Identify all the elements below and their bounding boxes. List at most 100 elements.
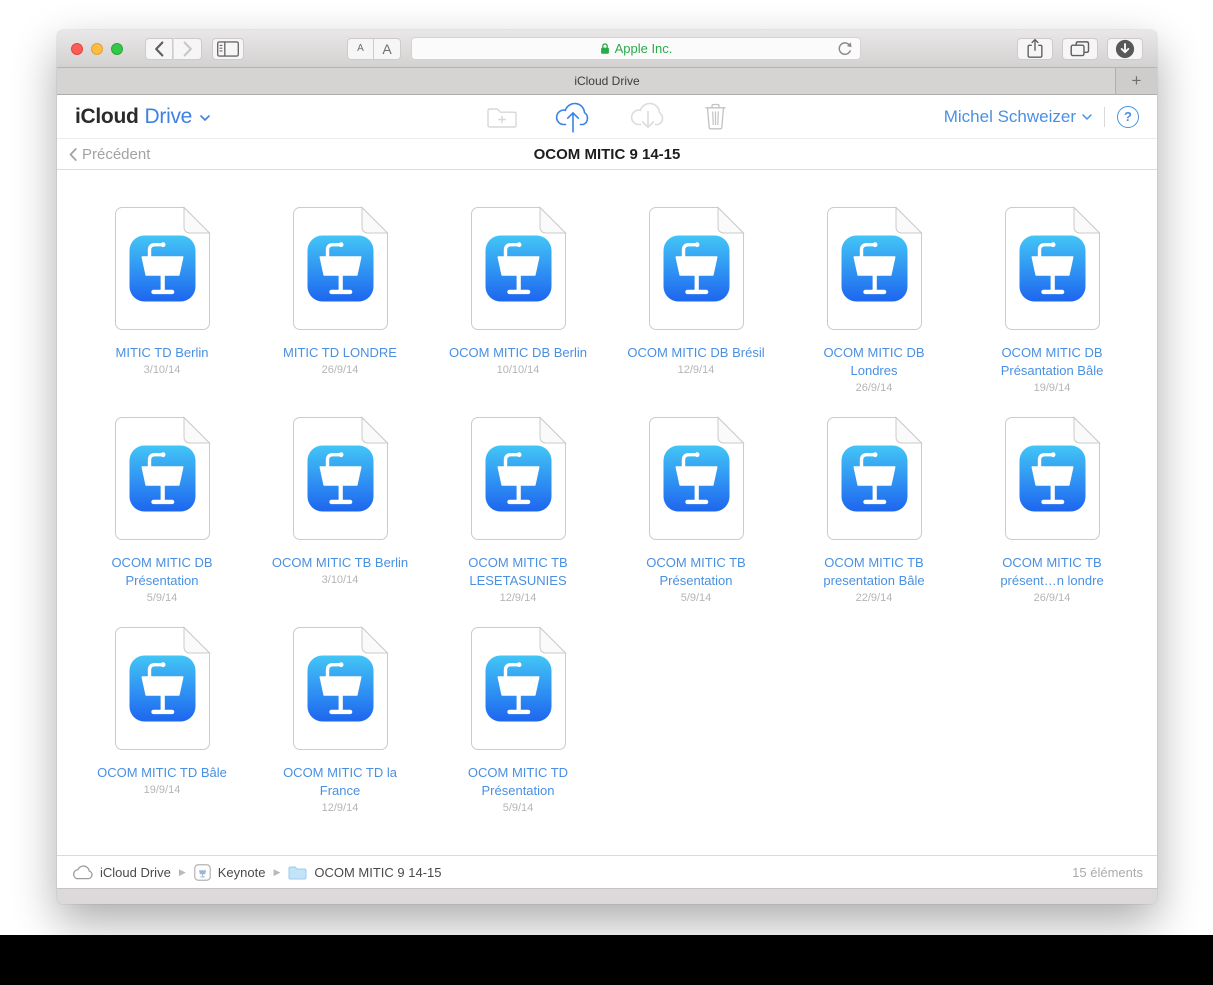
file-item[interactable]: OCOM MITIC TB Présentation 5/9/14 [607,416,785,626]
reload-button[interactable] [837,41,853,57]
file-name[interactable]: OCOM MITIC TB presentation Bâle [799,554,949,590]
share-button[interactable] [1017,37,1053,60]
file-date: 5/9/14 [502,802,534,814]
font-size-controls: A A [347,37,401,60]
breadcrumb-icloud-drive[interactable]: iCloud Drive [71,865,171,880]
new-tab-button[interactable]: + [1115,68,1157,94]
download-button[interactable] [629,100,667,133]
keynote-file-icon [648,206,745,330]
chevron-right-icon [183,41,192,56]
file-name[interactable]: OCOM MITIC TD la France [265,764,415,800]
file-name[interactable]: OCOM MITIC DB Londres [799,344,949,380]
icloud-header: iCloud Drive Michel Schweizer ? [57,95,1157,138]
breadcrumb-separator-icon: ▶ [273,866,281,877]
file-date: 12/9/14 [321,802,359,814]
close-button[interactable] [71,42,83,55]
breadcrumb-label: iCloud Drive [100,864,171,880]
font-larger-button[interactable]: A [374,37,401,60]
cloud-icon [73,864,93,879]
keynote-file-icon [292,206,389,330]
keynote-file-icon [826,206,923,330]
file-name[interactable]: OCOM MITIC DB Présantation Bâle [977,344,1127,380]
current-folder-title: OCOM MITIC 9 14-15 [533,145,681,163]
tab-bar: iCloud Drive + [57,68,1157,95]
downloads-button[interactable] [1107,37,1143,60]
chevron-left-icon [69,147,77,161]
sidebar-icon [217,40,239,57]
chevron-down-icon [1082,113,1092,120]
forward-button[interactable] [174,37,202,60]
breadcrumb-current-folder[interactable]: OCOM MITIC 9 14-15 [288,865,442,880]
file-name[interactable]: OCOM MITIC TB présent…n londre [977,554,1127,590]
file-item[interactable]: OCOM MITIC TD Bâle 19/9/14 [73,626,251,836]
previous-link[interactable]: Précédent [69,146,150,163]
file-name[interactable]: OCOM MITIC TB LESETASUNIES [443,554,593,590]
new-tab-label: + [1131,71,1142,90]
desktop-black-band [0,935,1213,985]
breadcrumb-keynote[interactable]: Keynote [193,863,265,881]
file-item[interactable]: OCOM MITIC TB Berlin 3/10/14 [251,416,429,626]
share-icon [1027,38,1043,58]
file-name[interactable]: OCOM MITIC TD Présentation [443,764,593,800]
previous-label: Précédent [82,145,151,163]
new-folder-icon [487,107,517,128]
chevron-left-icon [155,41,164,56]
file-name[interactable]: OCOM MITIC TB Présentation [621,554,771,590]
window-bottom-edge [57,888,1157,904]
file-date: 22/9/14 [855,592,893,604]
header-toolbar [487,95,727,138]
file-item[interactable]: MITIC TD Berlin 3/10/14 [73,206,251,416]
tabs-icon [1070,41,1090,57]
tab-icloud-drive[interactable]: iCloud Drive [574,74,639,88]
reload-icon [838,42,852,56]
help-button[interactable]: ? [1117,105,1139,128]
font-smaller-button[interactable]: A [347,37,374,60]
file-item[interactable]: OCOM MITIC TB LESETASUNIES 12/9/14 [429,416,607,626]
keynote-file-icon [114,416,211,540]
file-name[interactable]: OCOM MITIC TB Berlin [272,554,408,572]
tab-overview-button[interactable] [1062,37,1098,60]
file-item[interactable]: OCOM MITIC TB presentation Bâle 22/9/14 [785,416,963,626]
divider [1104,106,1105,127]
sidebar-toggle-button[interactable] [212,37,244,60]
user-menu[interactable]: Michel Schweizer [944,107,1092,127]
lock-icon [600,43,609,54]
user-name: Michel Schweizer [943,106,1076,126]
file-name[interactable]: OCOM MITIC DB Berlin [449,344,587,362]
zoom-button[interactable] [111,42,123,55]
new-folder-button[interactable] [487,106,517,128]
upload-button[interactable] [554,100,592,133]
icloud-drive-menu[interactable]: iCloud Drive [75,105,210,129]
file-name[interactable]: MITIC TD LONDRE [283,344,397,362]
file-date: 10/10/14 [496,364,540,376]
keynote-file-icon [470,206,567,330]
file-name[interactable]: OCOM MITIC DB Brésil [627,344,764,362]
keynote-file-icon [114,206,211,330]
address-bar[interactable]: Apple Inc. [411,37,861,60]
breadcrumb-bar: iCloud Drive ▶ Keynote ▶ OCOM MITIC 9 14… [57,855,1157,888]
file-name[interactable]: OCOM MITIC TD Bâle [97,764,227,782]
file-item[interactable]: MITIC TD LONDRE 26/9/14 [251,206,429,416]
file-item[interactable]: OCOM MITIC DB Berlin 10/10/14 [429,206,607,416]
back-button[interactable] [145,37,173,60]
file-date: 3/10/14 [143,364,181,376]
trash-icon [705,103,726,130]
cloud-download-icon [630,102,664,129]
keynote-file-icon [1004,206,1101,330]
file-date: 19/9/14 [143,784,181,796]
file-item[interactable]: OCOM MITIC TD Présentation 5/9/14 [429,626,607,836]
file-name[interactable]: OCOM MITIC DB Présentation [87,554,237,590]
file-item[interactable]: OCOM MITIC DB Présantation Bâle 19/9/14 [963,206,1141,416]
file-item[interactable]: OCOM MITIC DB Présentation 5/9/14 [73,416,251,626]
download-circle-icon [1115,39,1135,58]
file-item[interactable]: OCOM MITIC DB Brésil 12/9/14 [607,206,785,416]
file-date: 26/9/14 [1033,592,1071,604]
file-item[interactable]: OCOM MITIC DB Londres 26/9/14 [785,206,963,416]
file-item[interactable]: OCOM MITIC TB présent…n londre 26/9/14 [963,416,1141,626]
minimize-button[interactable] [91,42,103,55]
screen: A A Apple Inc. iCloud Drive + iCloud Dri… [0,0,1213,985]
file-date: 5/9/14 [146,592,178,604]
delete-button[interactable] [704,103,727,130]
file-item[interactable]: OCOM MITIC TD la France 12/9/14 [251,626,429,836]
file-name[interactable]: MITIC TD Berlin [116,344,209,362]
